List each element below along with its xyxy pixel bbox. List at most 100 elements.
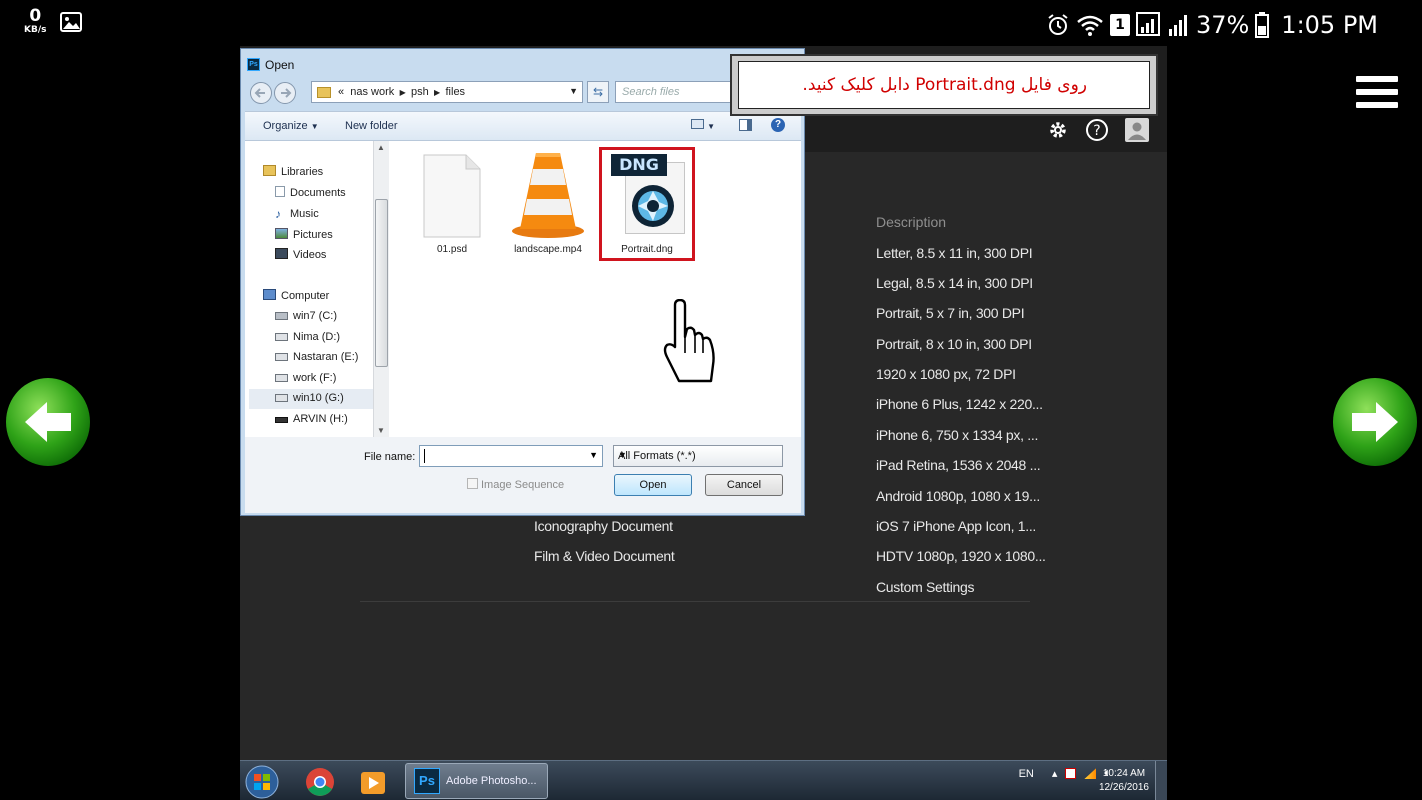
nav-item-computer[interactable]: Computer — [263, 289, 329, 302]
preset-item[interactable]: Android 1080p, 1080 x 19... — [876, 486, 1046, 516]
show-desktop-button[interactable] — [1155, 761, 1167, 800]
search-input[interactable]: Search files — [615, 81, 735, 103]
help-icon[interactable]: ? — [771, 118, 785, 132]
taskbar-photoshop[interactable]: Ps Adobe Photosho... — [405, 763, 548, 799]
scroll-down-icon[interactable]: ▼ — [377, 426, 385, 435]
preset-item[interactable]: Legal, 8.5 x 14 in, 300 DPI — [876, 273, 1046, 303]
preset-item[interactable]: iOS 7 iPhone App Icon, 1... — [876, 516, 1046, 546]
sim-badge: 1 — [1109, 14, 1130, 36]
gear-icon[interactable] — [1047, 119, 1069, 141]
chevron-down-icon[interactable]: ▼ — [569, 86, 578, 96]
user-avatar-icon[interactable] — [1125, 118, 1149, 142]
drive-icon — [275, 353, 288, 361]
nav-item-documents[interactable]: Documents — [275, 186, 346, 199]
preset-item[interactable]: iPad Retina, 1536 x 2048 ... — [876, 455, 1046, 485]
libraries-icon — [263, 165, 276, 176]
chevron-down-icon[interactable]: ▼ — [589, 450, 598, 460]
nav-label: Computer — [281, 290, 330, 302]
music-icon: ♪ — [275, 207, 281, 221]
nav-item-videos[interactable]: Videos — [275, 248, 326, 261]
new-folder-button[interactable]: New folder — [345, 120, 398, 132]
divider — [360, 601, 1030, 602]
wifi-icon — [1077, 15, 1103, 36]
doc-type-item[interactable]: Film & Video Document — [534, 546, 675, 576]
image-icon — [60, 12, 82, 32]
drive-icon — [275, 374, 288, 382]
nav-item-drive-selected[interactable]: win10 (G:) — [249, 389, 373, 409]
nav-item-drive[interactable]: ARVIN (H:) — [275, 413, 348, 425]
view-options-icon[interactable]: ▼ — [691, 119, 715, 132]
breadcrumb-item[interactable]: psh — [411, 86, 429, 98]
clock-date: 12/26/2016 — [1098, 782, 1149, 793]
nav-item-drive[interactable]: Nima (D:) — [275, 331, 340, 343]
address-bar[interactable]: « nas work ▶ psh ▶ files ▼ — [311, 81, 583, 103]
nav-item-drive[interactable]: win7 (C:) — [275, 310, 337, 322]
chevron-down-icon: ▼ — [618, 450, 627, 460]
nav-label: work (F:) — [293, 372, 337, 384]
menu-icon[interactable] — [1356, 76, 1398, 114]
media-player-icon[interactable] — [360, 765, 386, 799]
taskbar-clock[interactable]: 10:24 AM 12/26/2016 — [1099, 767, 1149, 795]
image-sequence-label: Image Sequence — [481, 479, 565, 491]
cancel-button[interactable]: Cancel — [705, 474, 783, 496]
computer-icon — [263, 289, 276, 300]
open-button[interactable]: Open — [614, 474, 692, 496]
flag-icon[interactable] — [1065, 768, 1077, 779]
image-sequence-checkbox[interactable]: Image Sequence — [467, 478, 564, 491]
preset-item[interactable]: 1920 x 1080 px, 72 DPI — [876, 364, 1046, 394]
refresh-button[interactable]: ⇆ — [587, 81, 609, 103]
start-button-icon[interactable] — [244, 765, 280, 799]
help-icon[interactable]: ? — [1085, 118, 1109, 142]
preset-descriptions: Description Letter, 8.5 x 11 in, 300 DPI… — [876, 212, 1046, 607]
preset-item[interactable]: Custom Settings — [876, 577, 1046, 607]
preset-item[interactable]: Portrait, 8 x 10 in, 300 DPI — [876, 334, 1046, 364]
preset-item[interactable]: iPhone 6 Plus, 1242 x 220... — [876, 394, 1046, 424]
nav-item-libraries[interactable]: Libraries — [263, 165, 323, 178]
format-select[interactable]: All Formats (*.*) ▼ — [613, 445, 783, 467]
breadcrumb-overflow[interactable]: « — [338, 86, 344, 98]
preset-item[interactable]: iPhone 6, 750 x 1334 px, ... — [876, 425, 1046, 455]
file-item-selected[interactable]: DNG Portrait.dng — [599, 147, 695, 261]
clock-time: 10:24 AM — [1102, 768, 1146, 779]
signal-bars-icon — [1168, 15, 1187, 36]
preset-item[interactable]: HDTV 1080p, 1920 x 1080... — [876, 546, 1046, 576]
chrome-icon[interactable] — [304, 765, 336, 799]
preset-item[interactable]: Letter, 8.5 x 11 in, 300 DPI — [876, 243, 1046, 273]
chevron-right-icon: ▶ — [397, 88, 408, 97]
language-indicator[interactable]: EN — [1019, 768, 1034, 780]
doc-type-item[interactable]: Iconography Document — [534, 516, 675, 546]
preview-pane-icon[interactable] — [739, 119, 752, 134]
file-item[interactable]: 01.psd — [417, 153, 487, 255]
hand-cursor-icon — [663, 299, 715, 383]
nav-item-pictures[interactable]: Pictures — [275, 228, 333, 241]
breadcrumb-item[interactable]: files — [446, 86, 466, 98]
speed-value: 0 — [29, 6, 42, 26]
breadcrumb: « nas work ▶ psh ▶ files — [338, 86, 465, 98]
nav-item-drive[interactable]: Nastaran (E:) — [275, 351, 358, 363]
nav-label: Pictures — [293, 229, 333, 241]
folder-icon — [317, 87, 331, 98]
dialog-title: Open — [265, 58, 295, 72]
preset-item[interactable]: Portrait, 5 x 7 in, 300 DPI — [876, 303, 1046, 333]
organize-button[interactable]: Organize ▼ — [263, 120, 319, 132]
command-bar: Organize ▼ New folder ▼ ? — [245, 111, 801, 141]
scroll-thumb[interactable] — [375, 199, 388, 367]
nav-label: Videos — [293, 249, 327, 261]
document-types: Iconography Document Film & Video Docume… — [534, 516, 675, 577]
back-arrow-icon[interactable] — [5, 377, 91, 467]
forward-arrow-icon[interactable] — [1332, 377, 1418, 467]
breadcrumb-item[interactable]: nas work — [350, 86, 394, 98]
back-forward-icon[interactable] — [249, 81, 299, 105]
photoshop-icon: Ps — [247, 58, 260, 71]
nav-label: Music — [290, 208, 319, 220]
file-item[interactable]: landscape.mp4 — [505, 151, 591, 255]
nav-item-drive[interactable]: work (F:) — [275, 372, 336, 384]
scroll-up-icon[interactable]: ▲ — [377, 143, 385, 152]
network-icon[interactable] — [1084, 768, 1097, 779]
nav-item-music[interactable]: ♪ Music — [275, 207, 319, 221]
nav-scrollbar[interactable]: ▲ ▼ — [373, 141, 389, 437]
file-name-input[interactable]: ▼ — [419, 445, 603, 467]
dng-badge: DNG — [611, 154, 667, 176]
file-name: landscape.mp4 — [514, 244, 582, 255]
tray-up-arrow-icon[interactable]: ▴ — [1052, 767, 1058, 780]
